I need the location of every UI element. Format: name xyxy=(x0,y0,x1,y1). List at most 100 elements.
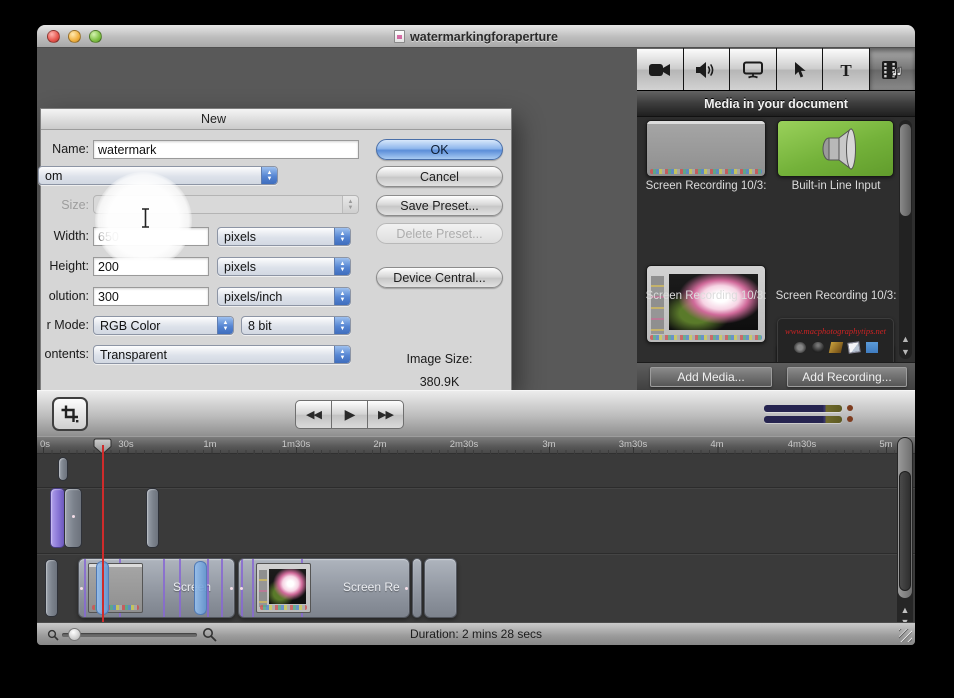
background-contents-dropdown[interactable]: Transparent ▲▼ xyxy=(93,345,351,364)
speaker-icon xyxy=(695,61,717,79)
stepper-icon: ▲▼ xyxy=(334,317,350,334)
window-title: watermarkingforaperture xyxy=(410,30,558,44)
resolution-field[interactable] xyxy=(93,287,209,306)
timeline-clip-small[interactable] xyxy=(45,559,58,617)
media-tool-button[interactable] xyxy=(870,48,916,90)
window-resize-handle[interactable] xyxy=(899,629,912,642)
save-preset-button[interactable]: Save Preset... xyxy=(376,195,503,216)
size-label: Size: xyxy=(41,198,89,212)
media-item-audio-input[interactable] xyxy=(777,120,894,177)
ruler-label: 1m xyxy=(203,439,216,450)
height-unit-dropdown[interactable]: pixels ▲▼ xyxy=(217,257,351,276)
svg-text:T: T xyxy=(840,61,852,79)
ibeam-cursor xyxy=(141,208,150,228)
contents-label: ontents: xyxy=(41,347,89,361)
bit-depth-dropdown[interactable]: 8 bit ▲▼ xyxy=(241,316,351,335)
ruler-label: 3m30s xyxy=(619,439,648,450)
crop-icon xyxy=(61,405,79,423)
text-tool-icon: T xyxy=(838,61,854,79)
device-central-button[interactable]: Device Central... xyxy=(376,267,503,288)
media-item-label: Screen Recording 10/3: xyxy=(641,180,771,192)
timeline-clip-gray[interactable] xyxy=(64,488,82,548)
text-tool-button[interactable]: T xyxy=(823,48,869,90)
add-media-button[interactable]: Add Media... xyxy=(650,367,772,387)
color-mode-dropdown[interactable]: RGB Color ▲▼ xyxy=(93,316,234,335)
fast-forward-button[interactable]: ▶▶ xyxy=(367,400,404,429)
rewind-button[interactable]: ◀◀ xyxy=(295,400,332,429)
crop-button[interactable] xyxy=(52,397,88,431)
camera-icon xyxy=(648,62,672,78)
speaker-3d-icon xyxy=(813,127,859,171)
play-button[interactable]: ▶ xyxy=(331,400,368,429)
timeline-clip-small[interactable] xyxy=(58,457,68,481)
ruler-label: 30s xyxy=(118,439,133,450)
record-tool-button[interactable] xyxy=(637,48,683,90)
cancel-button[interactable]: Cancel xyxy=(376,166,503,187)
ruler-label: 0s xyxy=(40,439,50,450)
control-strip: ◀◀ ▶ ▶▶ xyxy=(37,390,915,436)
scroll-down-icon[interactable]: ▼ xyxy=(901,348,910,357)
stepper-icon: ▲▼ xyxy=(334,228,350,245)
document-icon xyxy=(394,30,405,43)
ruler-label: 2m30s xyxy=(450,439,479,450)
width-unit-dropdown[interactable]: pixels ▲▼ xyxy=(217,227,351,246)
display-icon xyxy=(742,61,764,79)
website-url-text: www.macphotographytips.net xyxy=(778,326,893,336)
media-item-label: Built-in Line Input xyxy=(771,180,901,192)
name-field[interactable] xyxy=(93,140,359,159)
stepper-icon: ▲▼ xyxy=(334,288,350,305)
media-item-website-image[interactable]: www.macphotographytips.net xyxy=(777,318,894,362)
display-tool-button[interactable] xyxy=(730,48,776,90)
tool-row: T xyxy=(637,48,915,90)
timeline-scrollbar-track[interactable] xyxy=(898,438,912,598)
ruler-label: 3m xyxy=(542,439,555,450)
timeline-ruler[interactable]: 0s 30s 1m 1m30s 2m 2m30s 3m 3m30s 4m 4m3… xyxy=(37,436,915,454)
media-scrollbar-thumb[interactable] xyxy=(900,124,911,216)
add-recording-button[interactable]: Add Recording... xyxy=(787,367,907,387)
media-item-screen-recording-1[interactable] xyxy=(646,120,766,177)
timeline-tracks[interactable]: Screen Screen Re xyxy=(37,454,915,622)
media-panel: T Media in your document Screen Recordin… xyxy=(637,48,915,390)
delete-preset-button: Delete Preset... xyxy=(376,223,503,244)
duration-text: Duration: 2 mins 28 secs xyxy=(37,627,915,641)
scroll-up-icon[interactable]: ▲ xyxy=(901,335,910,344)
resolution-label: olution: xyxy=(41,289,89,303)
media-button-row: Add Media... Add Recording... xyxy=(637,362,915,390)
timeline-clip-narrow[interactable] xyxy=(412,558,422,618)
transport-controls: ◀◀ ▶ ▶▶ xyxy=(296,400,404,429)
playhead-line[interactable] xyxy=(102,445,104,622)
ruler-label: 4m xyxy=(710,439,723,450)
pointer-icon xyxy=(791,61,807,79)
media-library-icon xyxy=(881,60,903,80)
audio-meter-peak-right xyxy=(847,416,853,422)
timeline-scrollbar-thumb[interactable] xyxy=(899,471,911,591)
media-item-label: Screen Recording 10/3: xyxy=(641,290,771,302)
media-item-label: Screen Recording 10/3: xyxy=(771,290,901,302)
clip-label: Screen Re xyxy=(343,580,400,594)
dialog-title: New xyxy=(201,112,226,126)
color-mode-label: r Mode: xyxy=(41,318,89,332)
title-bar[interactable]: watermarkingforaperture xyxy=(37,25,915,48)
ok-button[interactable]: OK xyxy=(376,139,503,160)
stepper-icon: ▲▼ xyxy=(334,346,350,363)
scroll-up-icon[interactable]: ▲ xyxy=(901,606,910,615)
stepper-icon: ▲▼ xyxy=(334,258,350,275)
media-scrollbar[interactable]: ▲ ▼ xyxy=(899,120,912,359)
stepper-icon: ▲▼ xyxy=(261,167,277,184)
pointer-tool-button[interactable] xyxy=(777,48,823,90)
clip-action-marker[interactable] xyxy=(194,561,207,615)
app-window: watermarkingforaperture New Name: OK om … xyxy=(37,25,915,645)
timeline-clip-purple[interactable] xyxy=(50,488,65,548)
timeline-scrollbar[interactable]: ▲ ▼ xyxy=(897,437,913,629)
timeline-clip-lily[interactable] xyxy=(424,558,457,618)
audio-tool-button[interactable] xyxy=(684,48,730,90)
media-list: Screen Recording 10/3: Built-in Line Inp… xyxy=(637,117,915,362)
timeline-clip-gray[interactable] xyxy=(146,488,159,548)
ruler-label: 1m30s xyxy=(282,439,311,450)
media-item-screen-recording-2[interactable] xyxy=(646,265,766,343)
width-label: Width: xyxy=(41,229,89,243)
stepper-icon: ▲▼ xyxy=(342,196,358,213)
image-size-value: 380.9K xyxy=(376,375,503,389)
timeline-clip-screen-recording-2[interactable]: Screen Re xyxy=(238,558,410,618)
resolution-unit-dropdown[interactable]: pixels/inch ▲▼ xyxy=(217,287,351,306)
